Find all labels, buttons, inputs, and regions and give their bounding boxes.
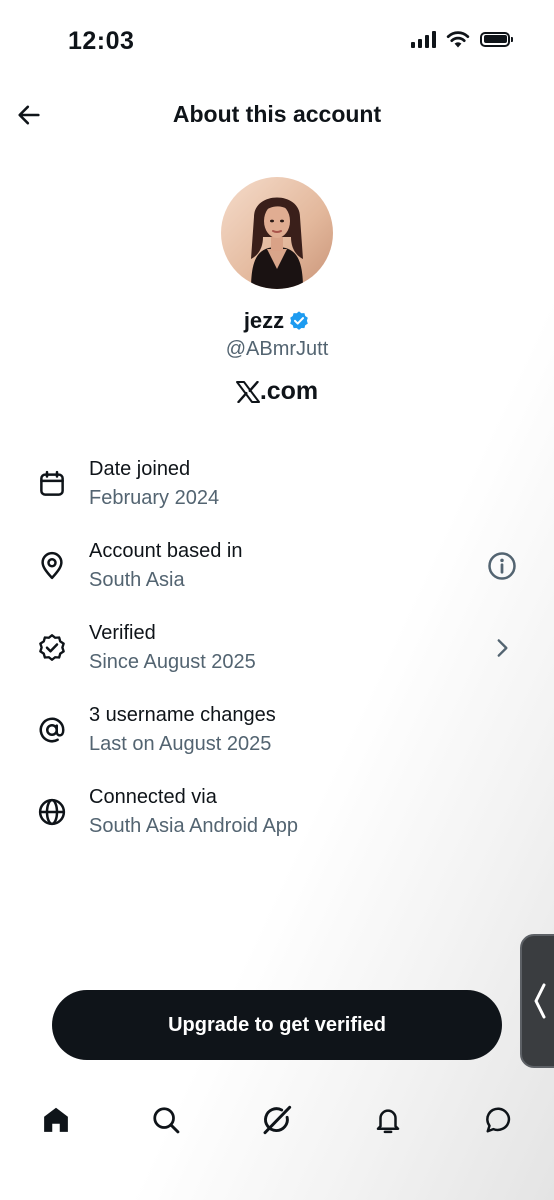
info-title: Date joined [89, 458, 191, 480]
info-item-username-changes: 3 username changes Last on August 2025 [0, 696, 554, 766]
info-title: Verified [89, 622, 156, 644]
nav-messages[interactable] [477, 1098, 521, 1142]
info-subtitle: February 2024 [89, 487, 220, 509]
header: About this account [0, 90, 554, 140]
info-item-account-based-in: Account based in South Asia [0, 532, 554, 602]
domain-row: .com [0, 377, 554, 406]
info-subtitle: Last on August 2025 [89, 733, 272, 755]
display-name: jezz [243, 308, 285, 333]
chevron-left-icon [534, 983, 546, 1019]
page-title: About this account [172, 101, 382, 127]
info-title: Account based in [89, 540, 243, 562]
search-icon [153, 1107, 180, 1134]
info-icon [488, 552, 516, 580]
home-icon [44, 1107, 68, 1132]
nav-grok[interactable] [255, 1098, 299, 1142]
info-subtitle: South Asia Android App [89, 815, 299, 837]
info-item-verified[interactable]: Verified Since August 2025 [0, 614, 554, 684]
x-logo-icon [235, 380, 260, 403]
name-row: jezz [0, 308, 554, 334]
info-button[interactable] [484, 548, 520, 584]
at-icon [34, 712, 70, 748]
wifi-icon [446, 31, 470, 48]
notifications-icon [376, 1109, 400, 1134]
info-subtitle: Since August 2025 [89, 651, 256, 673]
verified-badge-icon [290, 311, 308, 330]
verified-details-button[interactable] [484, 630, 520, 666]
location-pin-icon [34, 548, 70, 584]
domain-label: .com [259, 377, 319, 405]
info-title: Connected via [89, 786, 217, 808]
info-item-date-joined: Date joined February 2024 [0, 450, 554, 520]
chevron-right-icon [497, 639, 508, 657]
side-panel-handle[interactable] [520, 934, 554, 1068]
calendar-icon [34, 466, 70, 502]
status-bar: 12:03 [0, 0, 554, 80]
upgrade-button[interactable]: Upgrade to get verified [52, 990, 502, 1060]
status-time: 12:03 [68, 27, 135, 55]
nav-search[interactable] [144, 1098, 188, 1142]
messages-icon [486, 1107, 511, 1133]
nav-notifications[interactable] [366, 1098, 410, 1142]
handle: @ABmrJutt [225, 338, 329, 360]
grok-icon [263, 1105, 292, 1135]
globe-icon [34, 794, 70, 830]
cellular-signal-icon [411, 30, 436, 48]
battery-icon [480, 31, 513, 47]
avatar[interactable] [221, 177, 333, 289]
avatar-image [221, 177, 333, 289]
nav-home[interactable] [34, 1098, 78, 1142]
status-icons [411, 30, 513, 48]
info-subtitle: South Asia [89, 569, 185, 591]
info-item-connected-via: Connected via South Asia Android App [0, 778, 554, 848]
verified-outline-icon [34, 630, 70, 666]
bottom-nav [0, 1090, 554, 1150]
info-title: 3 username changes [89, 704, 276, 726]
